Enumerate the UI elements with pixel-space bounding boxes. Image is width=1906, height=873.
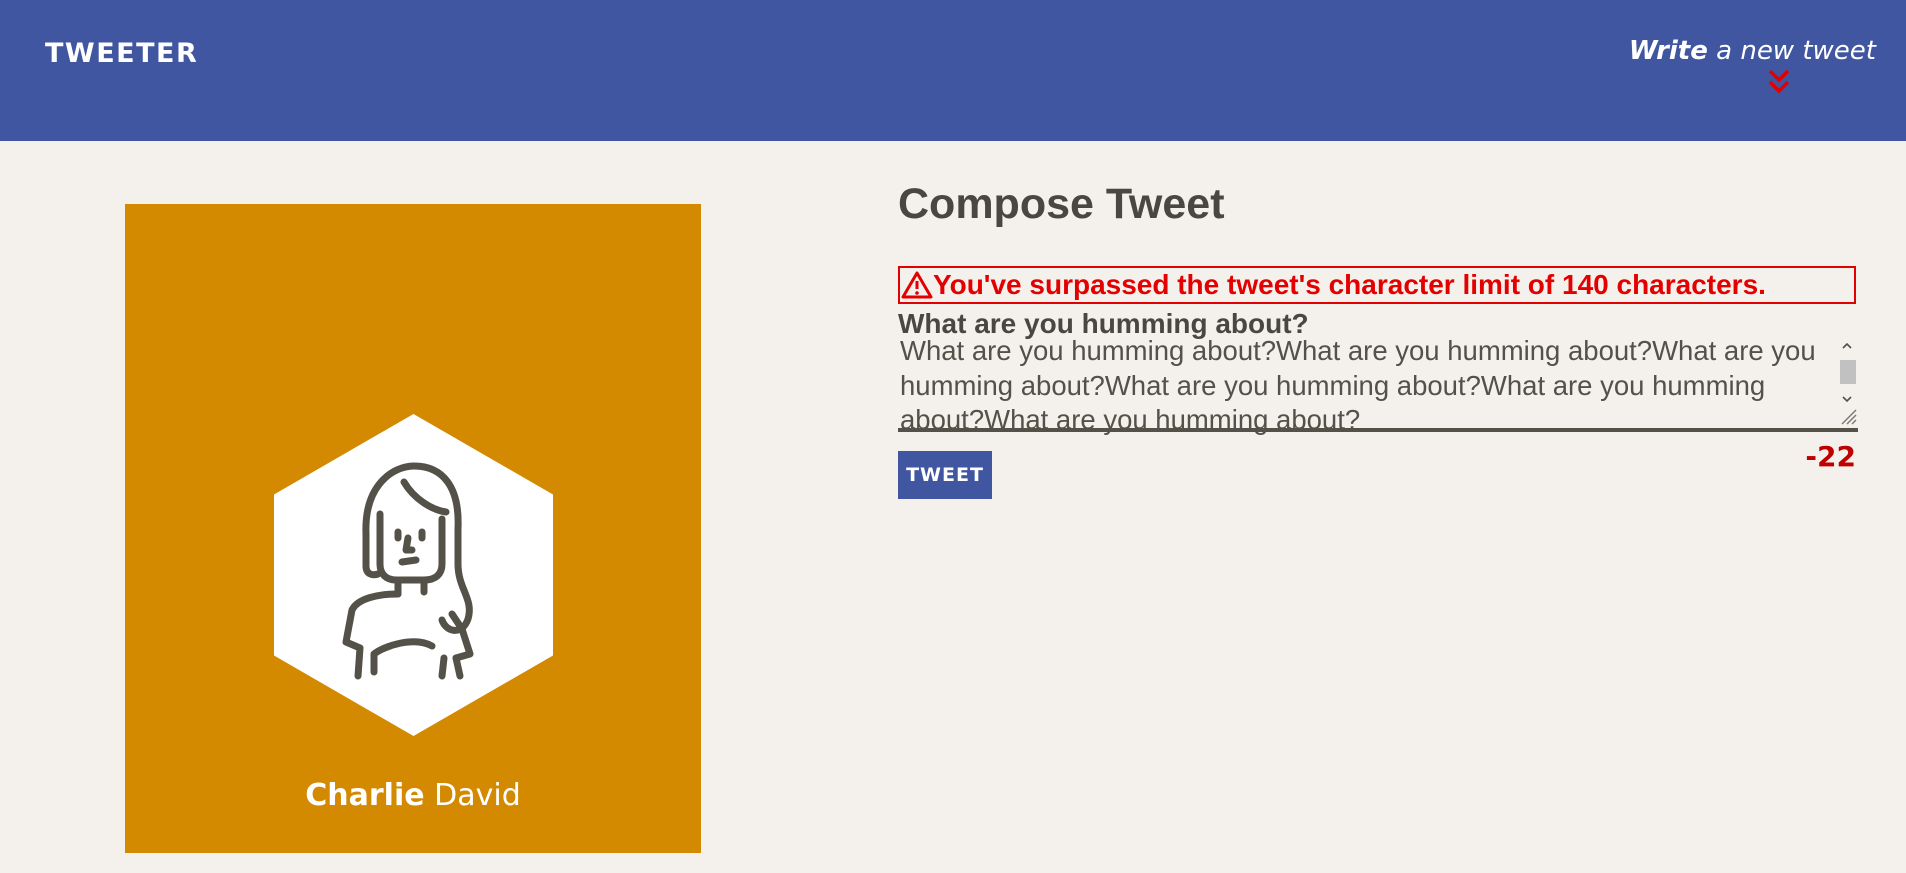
write-rest-text: a new tweet <box>1707 36 1876 66</box>
write-new-tweet-link[interactable]: Write a new tweet <box>1629 36 1876 66</box>
compose-section: Compose Tweet You've surpassed the tweet… <box>898 174 1858 499</box>
warning-icon <box>901 271 933 299</box>
tweet-textarea-value[interactable]: What are you humming about?What are you … <box>900 334 1825 438</box>
brand-logo[interactable]: TWEETER <box>45 38 198 69</box>
double-chevron-down-icon[interactable] <box>1767 68 1791 98</box>
tweet-button[interactable]: TWEET <box>898 451 992 499</box>
compose-title: Compose Tweet <box>898 180 1225 228</box>
error-text: You've surpassed the tweet's character l… <box>933 269 1766 300</box>
user-name: Charlie David <box>125 778 701 813</box>
user-avatar-icon <box>274 414 553 736</box>
tweet-textarea[interactable]: What are you humming about?What are you … <box>898 334 1858 435</box>
last-name: David <box>424 778 521 813</box>
textarea-scrollbar[interactable] <box>1836 334 1858 428</box>
first-name: Charlie <box>305 778 425 813</box>
char-counter: -22 <box>1805 440 1856 473</box>
profile-card: Charlie David <box>125 204 701 853</box>
write-strong-text: Write <box>1628 36 1708 66</box>
top-nav: TWEETER Write a new tweet <box>0 0 1906 141</box>
char-limit-error: You've surpassed the tweet's character l… <box>898 266 1856 304</box>
